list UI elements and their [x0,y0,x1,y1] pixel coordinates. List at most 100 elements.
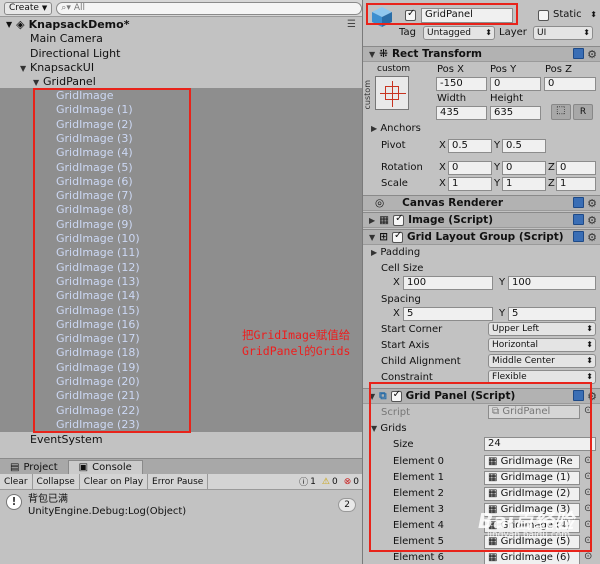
pos-z-field[interactable]: 0 [544,77,596,91]
help-book-icon[interactable] [573,213,585,225]
padding-foldout[interactable]: ▶ Padding [371,247,420,258]
pivot-y-field[interactable]: 0.5 [502,139,546,153]
pivot-x-field[interactable]: 0.5 [448,139,492,153]
cell-size-y-field[interactable]: 100 [508,276,596,290]
height-field[interactable]: 635 [490,106,541,120]
raw-edit-button[interactable]: R [573,104,593,120]
log-collapse-count: 2 [338,498,356,512]
help-book-icon[interactable] [573,47,585,59]
raw-edit-label: R [579,107,587,117]
cell-size-x-field[interactable]: 100 [403,276,493,290]
annotation-text: 把GridImage赋值给 GridPanel的Grids [242,327,350,359]
object-picker-icon[interactable]: ⊙ [584,551,592,562]
tab-label: Project [23,461,58,473]
start-corner-label: Start Corner [381,324,443,335]
scene-menu-icon[interactable]: ☰ [347,19,356,30]
scale-z-field[interactable]: 1 [556,177,596,191]
log-message: 背包已满 UnityEngine.Debug:Log(Object) [28,494,186,518]
image-enabled-checkbox[interactable] [393,213,405,226]
start-axis-dropdown[interactable]: Horizontal [488,338,596,352]
field-value: 0.5 [452,140,468,151]
chevron-right-icon: ▶ [371,248,378,257]
warning-filter-toggle[interactable]: ⚠ 0 [319,474,341,490]
folder-icon: ▤ [10,461,20,473]
grid-layout-enabled-checkbox[interactable] [391,230,403,243]
scene-row[interactable]: ▼ ◈ KnapsackDemo* [0,17,362,32]
static-dropdown[interactable] [589,9,599,23]
info-count: 1 [310,476,316,487]
layer-dropdown[interactable]: UI [533,26,593,40]
tree-item-main-camera[interactable]: Main Camera [0,32,362,46]
search-icon: ⌕▾ [61,3,71,13]
grid-element-object-field[interactable]: ▦ GridImage (6) [484,551,580,564]
rotation-z-field[interactable]: 0 [556,161,596,175]
gear-icon[interactable]: ⚙ [587,214,597,227]
height-label: Height [490,93,524,104]
spacing-y-field[interactable]: 5 [508,307,596,321]
error-filter-toggle[interactable]: ⊗ 0 [341,474,362,490]
error-pause-button[interactable]: Error Pause [148,473,209,490]
tree-item-event-system[interactable]: EventSystem [0,433,362,447]
rotation-y-field[interactable]: 0 [502,161,546,175]
create-button[interactable]: Create ▼ [4,1,53,15]
child-alignment-label: Child Alignment [381,356,461,367]
dropdown-value: Flexible [492,372,527,382]
width-field[interactable]: 435 [436,106,487,120]
help-book-icon[interactable] [573,196,585,208]
tab-label: Console [92,462,132,473]
gear-icon[interactable]: ⚙ [587,231,597,244]
clear-on-play-button[interactable]: Clear on Play [80,473,149,490]
tree-item-directional-light[interactable]: Directional Light [0,47,362,61]
tree-item-label: Directional Light [30,46,121,60]
gear-icon[interactable]: ⚙ [587,48,597,61]
scene-name: KnapsackDemo* [28,18,130,31]
component-title: Grid Layout Group (Script) [406,231,564,243]
start-corner-dropdown[interactable]: Upper Left [488,322,596,336]
scale-z-axis-label: Z [548,178,555,189]
anchor-preset-button[interactable] [375,76,409,110]
search-placeholder: All [73,3,86,13]
child-alignment-dropdown[interactable]: Middle Center [488,354,596,368]
hierarchy-toolbar: Create ▼ ⌕▾ All [0,0,362,17]
tab-project[interactable]: ▤ Project [0,460,68,474]
console-toolbar: Clear Collapse Clear on Play Error Pause… [0,473,362,490]
anchors-foldout[interactable]: ▶ Anchors [371,123,421,134]
pos-y-field[interactable]: 0 [490,77,541,91]
image-component-header[interactable]: ▶ ▦ Image (Script) ⚙ [363,212,600,228]
spacing-x-axis-label: X [393,308,400,319]
blueprint-mode-button[interactable]: ⬚ [551,104,571,120]
rot-x-axis-label: X [439,162,446,173]
scale-y-field[interactable]: 1 [502,177,546,191]
start-axis-label: Start Axis [381,340,430,351]
field-value: 0 [494,78,501,89]
canvas-renderer-header[interactable]: ◎ Canvas Renderer ⚙ [363,195,600,211]
log-message-line-1: 背包已满 [28,494,68,505]
tree-item-knapsack-ui[interactable]: ▼ KnapsackUI [0,61,362,75]
scale-x-field[interactable]: 1 [448,177,492,191]
log-entry[interactable]: ! 背包已满 UnityEngine.Debug:Log(Object) 2 [0,490,362,522]
pos-x-field[interactable]: -150 [436,77,487,91]
tab-console[interactable]: ▣ Console [67,460,143,474]
spacing-x-field[interactable]: 5 [403,307,493,321]
static-checkbox[interactable] [538,10,549,21]
field-value: 5 [512,308,519,319]
field-value: 1 [506,178,513,189]
rotation-x-field[interactable]: 0 [448,161,492,175]
chevron-down-icon: ▼ [6,20,13,29]
info-filter-toggle[interactable]: ⓘ 1 [296,474,319,490]
highlight-box-name [366,3,518,25]
tag-dropdown[interactable]: Untagged [423,26,495,40]
grid-layout-header[interactable]: ▼ ⊞ Grid Layout Group (Script) ⚙ [363,229,600,245]
dropdown-value: Middle Center [492,356,555,366]
annotation-line-1: 把GridImage赋值给 [242,328,351,342]
gear-icon[interactable]: ⚙ [587,197,597,210]
rect-transform-header[interactable]: ▼ ⁜ Rect Transform ⚙ [363,46,600,62]
clear-button[interactable]: Clear [0,473,33,490]
width-label: Width [437,93,467,104]
component-title: Rect Transform [391,48,482,60]
cell-size-label: Cell Size [381,263,424,274]
log-message-line-2: UnityEngine.Debug:Log(Object) [28,506,187,517]
hierarchy-search-input[interactable]: ⌕▾ All [56,1,362,15]
collapse-button[interactable]: Collapse [33,473,80,490]
help-book-icon[interactable] [573,230,585,242]
